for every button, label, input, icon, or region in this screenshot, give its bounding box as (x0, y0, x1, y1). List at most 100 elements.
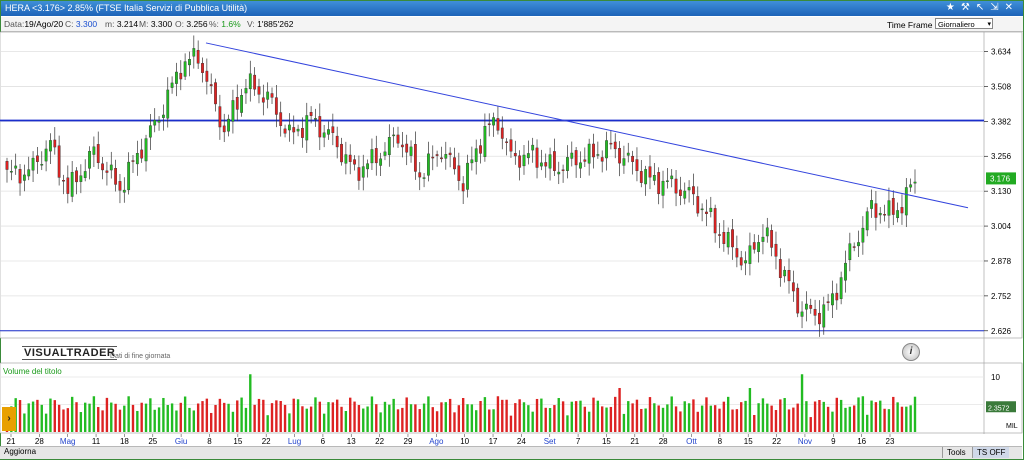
volume-bar (409, 404, 413, 432)
volume-bar (309, 406, 313, 432)
ts-off-button[interactable]: TS OFF (972, 447, 1010, 458)
volume-bar (23, 413, 26, 432)
volume-bar (757, 403, 760, 432)
candle-body (344, 154, 348, 164)
volume-bar (257, 398, 261, 432)
candle-body (665, 180, 669, 182)
candle-body (470, 159, 474, 164)
candle-body (492, 117, 495, 126)
volume-bar (214, 404, 217, 432)
volume-bar (557, 398, 560, 432)
volume-bar (218, 398, 222, 432)
volume-bar (301, 406, 304, 432)
candle-body (891, 198, 895, 215)
x-tick-label: Lug (288, 437, 301, 446)
volume-bar (648, 397, 652, 432)
expand-arrow-icon[interactable]: › (2, 407, 16, 431)
volume-bar (822, 401, 825, 432)
volume-bar (553, 405, 556, 432)
price-chart[interactable]: 3.634 3.508 3.382 3.256 3.130 3.004 2.878 2.752… (0, 0, 1024, 460)
volume-bar (162, 397, 165, 432)
candle-body (857, 242, 860, 247)
price-tick-label: 3.130 (991, 187, 1012, 196)
candle-body (222, 125, 226, 133)
candle-body (539, 162, 543, 167)
x-tick-label: 6 (321, 437, 326, 446)
volume-bar (335, 399, 339, 432)
candle-body (600, 157, 604, 162)
volume-bar (101, 410, 104, 432)
candle-body (839, 277, 843, 299)
volume-bar (114, 403, 117, 432)
volume-bar (249, 374, 252, 432)
volume-bar (583, 406, 587, 432)
candle-body (648, 166, 652, 178)
volume-bar (766, 403, 769, 432)
volume-bar (674, 406, 678, 432)
volume-bar (670, 396, 673, 432)
candle-body (800, 311, 804, 317)
candle-body (870, 200, 873, 209)
candle-body (574, 150, 578, 166)
tools-button[interactable]: Tools (942, 447, 970, 458)
last-price-label: 3.176 (990, 174, 1011, 183)
volume-bar (909, 405, 912, 432)
refresh-label[interactable]: Aggiorna (4, 447, 36, 456)
volume-bar (805, 401, 808, 432)
volume-bar (366, 406, 369, 432)
candle-body (357, 167, 361, 181)
candle-body (483, 126, 487, 157)
volume-bar (357, 405, 361, 432)
x-tick-label: Ott (686, 437, 697, 446)
volume-bar (66, 408, 70, 432)
candle-body (75, 170, 78, 183)
volume-bar (149, 398, 152, 432)
candle-body (583, 159, 587, 162)
candle-body (661, 180, 665, 196)
candle-body (835, 292, 839, 301)
volume-label: Volume del titolo (3, 367, 62, 376)
candle-body (348, 154, 352, 162)
candle-body (135, 153, 139, 165)
volume-bar (792, 407, 795, 432)
volume-bar (887, 409, 891, 432)
volume-bar (331, 402, 335, 432)
volume-bar (692, 399, 695, 432)
logo: VISUALTRADER (22, 346, 118, 360)
volume-bar (362, 408, 365, 432)
candle-body (244, 88, 248, 94)
candle-body (700, 208, 704, 211)
candle-body (36, 155, 39, 162)
candle-body (466, 162, 469, 190)
candle-body (327, 129, 330, 135)
candle-body (518, 155, 522, 168)
candle-body (101, 163, 104, 171)
candle-body (770, 230, 774, 248)
candle-body (566, 157, 569, 171)
volume-bar (227, 403, 230, 432)
volume-bar (861, 396, 865, 432)
volume-bar (79, 412, 83, 432)
volume-bar (183, 396, 187, 432)
volume-bar (470, 404, 474, 432)
info-icon[interactable]: i (902, 343, 920, 361)
candle-body (705, 211, 708, 214)
volume-bar (40, 404, 43, 432)
candle-body (535, 147, 539, 168)
x-tick-label: 8 (207, 437, 212, 446)
volume-bar (809, 417, 812, 432)
volume-bar (27, 403, 30, 432)
candle-body (162, 114, 165, 118)
candle-body (626, 152, 630, 156)
candle-body (279, 112, 283, 126)
x-tick-label: 8 (718, 437, 723, 446)
volume-bar (479, 400, 482, 432)
candle-body (670, 175, 674, 180)
volume-bar (53, 400, 56, 432)
volume-bar (905, 406, 908, 432)
candle-body (474, 148, 478, 162)
volume-bar (166, 405, 169, 432)
x-tick-label: 16 (857, 437, 866, 446)
candle-body (235, 97, 239, 110)
candle-body (904, 187, 908, 216)
